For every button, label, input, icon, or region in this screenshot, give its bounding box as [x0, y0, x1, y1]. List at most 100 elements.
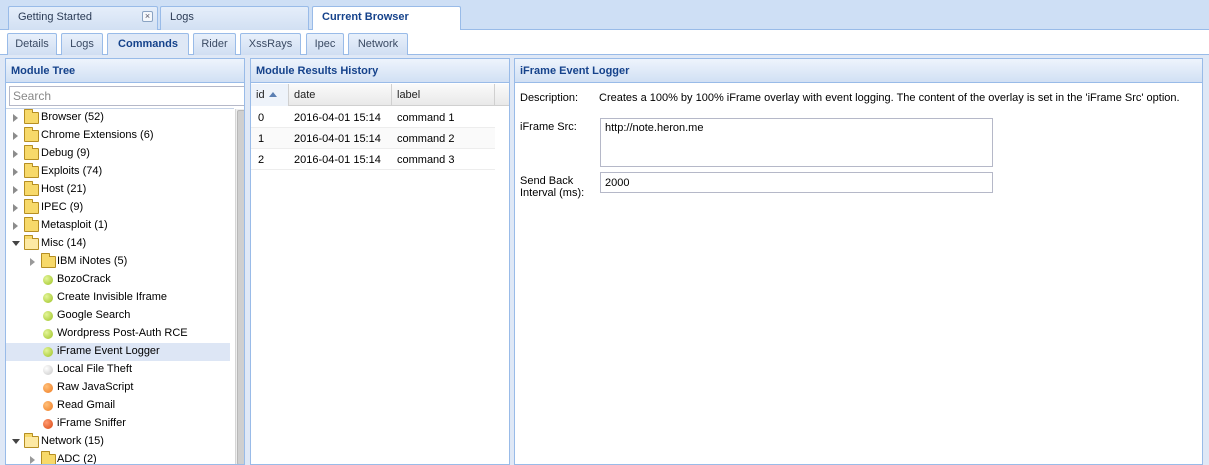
- tree-item-label: Exploits (74): [41, 165, 103, 177]
- panel-title: Module Tree: [6, 59, 244, 83]
- cell-id: 2: [258, 154, 265, 166]
- column-header-id[interactable]: id: [251, 84, 289, 106]
- folder-icon: [41, 451, 56, 464]
- tree-folder-metasploit[interactable]: Metasploit (1): [6, 217, 230, 235]
- tab-label: Logs: [170, 11, 194, 23]
- tree-item-label: Host (21): [41, 183, 87, 195]
- tree-item-label: ADC (2): [57, 453, 97, 465]
- status-green-icon: [43, 329, 53, 339]
- cell-id: 0: [258, 112, 265, 124]
- tab-rider[interactable]: Rider: [193, 33, 236, 55]
- tab-getting-started[interactable]: Getting Started ×: [8, 6, 158, 30]
- tab-network[interactable]: Network: [348, 33, 408, 55]
- sub-tab-bar: Details Logs Commands Rider XssRays Ipec…: [0, 30, 1209, 55]
- tab-label: Rider: [201, 38, 228, 50]
- tree-folder-host[interactable]: Host (21): [6, 181, 230, 199]
- tree-item-label: IPEC (9): [41, 201, 84, 213]
- tab-current-browser[interactable]: Current Browser: [312, 6, 461, 31]
- tab-details[interactable]: Details: [7, 33, 57, 55]
- expand-arrow-icon[interactable]: [13, 150, 18, 158]
- tree-item-label: Debug (9): [41, 147, 90, 159]
- expand-arrow-icon[interactable]: [13, 114, 18, 122]
- tab-label: Logs: [70, 38, 94, 50]
- column-header-label: id: [256, 89, 265, 101]
- expand-arrow-icon[interactable]: [13, 168, 18, 176]
- expand-arrow-icon[interactable]: [30, 258, 35, 266]
- iframe-src-field[interactable]: http://note.heron.me: [600, 118, 993, 167]
- tree-module-iframe-sniffer[interactable]: iFrame Sniffer: [6, 415, 230, 433]
- tab-label: Current Browser: [322, 11, 409, 23]
- tree-module-wordpress-post-auth-rce[interactable]: Wordpress Post-Auth RCE: [6, 325, 230, 343]
- status-red-icon: [43, 419, 53, 429]
- tree-module-read-gmail[interactable]: Read Gmail: [6, 397, 230, 415]
- tab-label: Details: [15, 38, 49, 50]
- tree-item-label: Local File Theft: [57, 363, 133, 375]
- tab-label: Ipec: [314, 38, 336, 50]
- cell-date: 2016-04-01 15:14: [294, 154, 381, 166]
- tree-folder-browser[interactable]: Browser (52): [6, 109, 230, 127]
- tree-folder-exploits[interactable]: Exploits (74): [6, 163, 230, 181]
- tab-commands[interactable]: Commands: [107, 33, 189, 55]
- tree-folder-network[interactable]: Network (15): [6, 433, 230, 451]
- tree-folder-ibm-inotes[interactable]: IBM iNotes (5): [6, 253, 230, 271]
- status-green-icon: [43, 275, 53, 285]
- scrollbar-thumb[interactable]: [237, 110, 244, 464]
- collapse-arrow-icon[interactable]: [12, 241, 20, 246]
- send-back-interval-field[interactable]: 2000: [600, 172, 993, 193]
- tree-item-label: Misc (14): [41, 237, 87, 249]
- expand-arrow-icon[interactable]: [13, 204, 18, 212]
- tree-module-iframe-event-logger[interactable]: iFrame Event Logger: [6, 343, 230, 361]
- tree-item-label: Raw JavaScript: [57, 381, 134, 393]
- folder-icon: [24, 109, 39, 124]
- interval-label-line2: Interval (ms):: [520, 187, 585, 199]
- search-input[interactable]: Search: [9, 86, 244, 106]
- table-row[interactable]: 2 2016-04-01 15:14 command 3: [251, 149, 495, 170]
- tree-folder-adc[interactable]: ADC (2): [6, 451, 230, 465]
- tree-item-label: Browser (52): [41, 111, 104, 123]
- expand-arrow-icon[interactable]: [13, 132, 18, 140]
- tree-scrollbar[interactable]: [235, 109, 244, 464]
- expand-arrow-icon[interactable]: [13, 222, 18, 230]
- expand-arrow-icon[interactable]: [13, 186, 18, 194]
- status-green-icon: [43, 347, 53, 357]
- column-header-label-col[interactable]: label: [392, 84, 495, 106]
- table-row[interactable]: 1 2016-04-01 15:14 command 2: [251, 128, 495, 149]
- open-folder-icon: [24, 235, 39, 250]
- tree-folder-ipec[interactable]: IPEC (9): [6, 199, 230, 217]
- folder-icon: [24, 163, 39, 178]
- tab-label: Commands: [118, 38, 178, 50]
- results-history-panel: Module Results History id date label 0 2…: [250, 58, 510, 465]
- tree-folder-misc[interactable]: Misc (14): [6, 235, 230, 253]
- tree-module-raw-javascript[interactable]: Raw JavaScript: [6, 379, 230, 397]
- cell-date: 2016-04-01 15:14: [294, 112, 381, 124]
- module-detail-panel: iFrame Event Logger Description: Creates…: [514, 58, 1203, 465]
- tree-item-label: BozoCrack: [57, 273, 111, 285]
- tree-folder-debug[interactable]: Debug (9): [6, 145, 230, 163]
- description-label: Description:: [520, 92, 579, 104]
- close-icon[interactable]: ×: [142, 11, 153, 22]
- tree-folder-chrome-extensions[interactable]: Chrome Extensions (6): [6, 127, 230, 145]
- tree-item-label: Metasploit (1): [41, 219, 108, 231]
- status-green-icon: [43, 311, 53, 321]
- tree-module-google-search[interactable]: Google Search: [6, 307, 230, 325]
- interval-label-line1: Send Back: [520, 175, 574, 187]
- tab-logs-sub[interactable]: Logs: [61, 33, 103, 55]
- tab-xssrays[interactable]: XssRays: [240, 33, 301, 55]
- open-folder-icon: [24, 433, 39, 448]
- column-header-date[interactable]: date: [289, 84, 392, 106]
- tree-module-local-file-theft[interactable]: Local File Theft: [6, 361, 230, 379]
- tree-item-label: IBM iNotes (5): [57, 255, 128, 267]
- tree-item-label: iFrame Sniffer: [57, 417, 126, 429]
- tree-module-bozocrack[interactable]: BozoCrack: [6, 271, 230, 289]
- tree-item-label: iFrame Event Logger: [57, 345, 160, 357]
- tree-module-create-invisible-iframe[interactable]: Create Invisible Iframe: [6, 289, 230, 307]
- module-tree: Browser (52) Chrome Extensions (6) Debug…: [6, 108, 234, 465]
- tab-label: Getting Started: [18, 11, 92, 23]
- tab-logs[interactable]: Logs: [160, 6, 309, 30]
- folder-icon: [24, 217, 39, 232]
- tab-ipec[interactable]: Ipec: [306, 33, 344, 55]
- table-row[interactable]: 0 2016-04-01 15:14 command 1: [251, 107, 495, 128]
- expand-arrow-icon[interactable]: [30, 456, 35, 464]
- collapse-arrow-icon[interactable]: [12, 439, 20, 444]
- cell-label: command 3: [397, 154, 455, 166]
